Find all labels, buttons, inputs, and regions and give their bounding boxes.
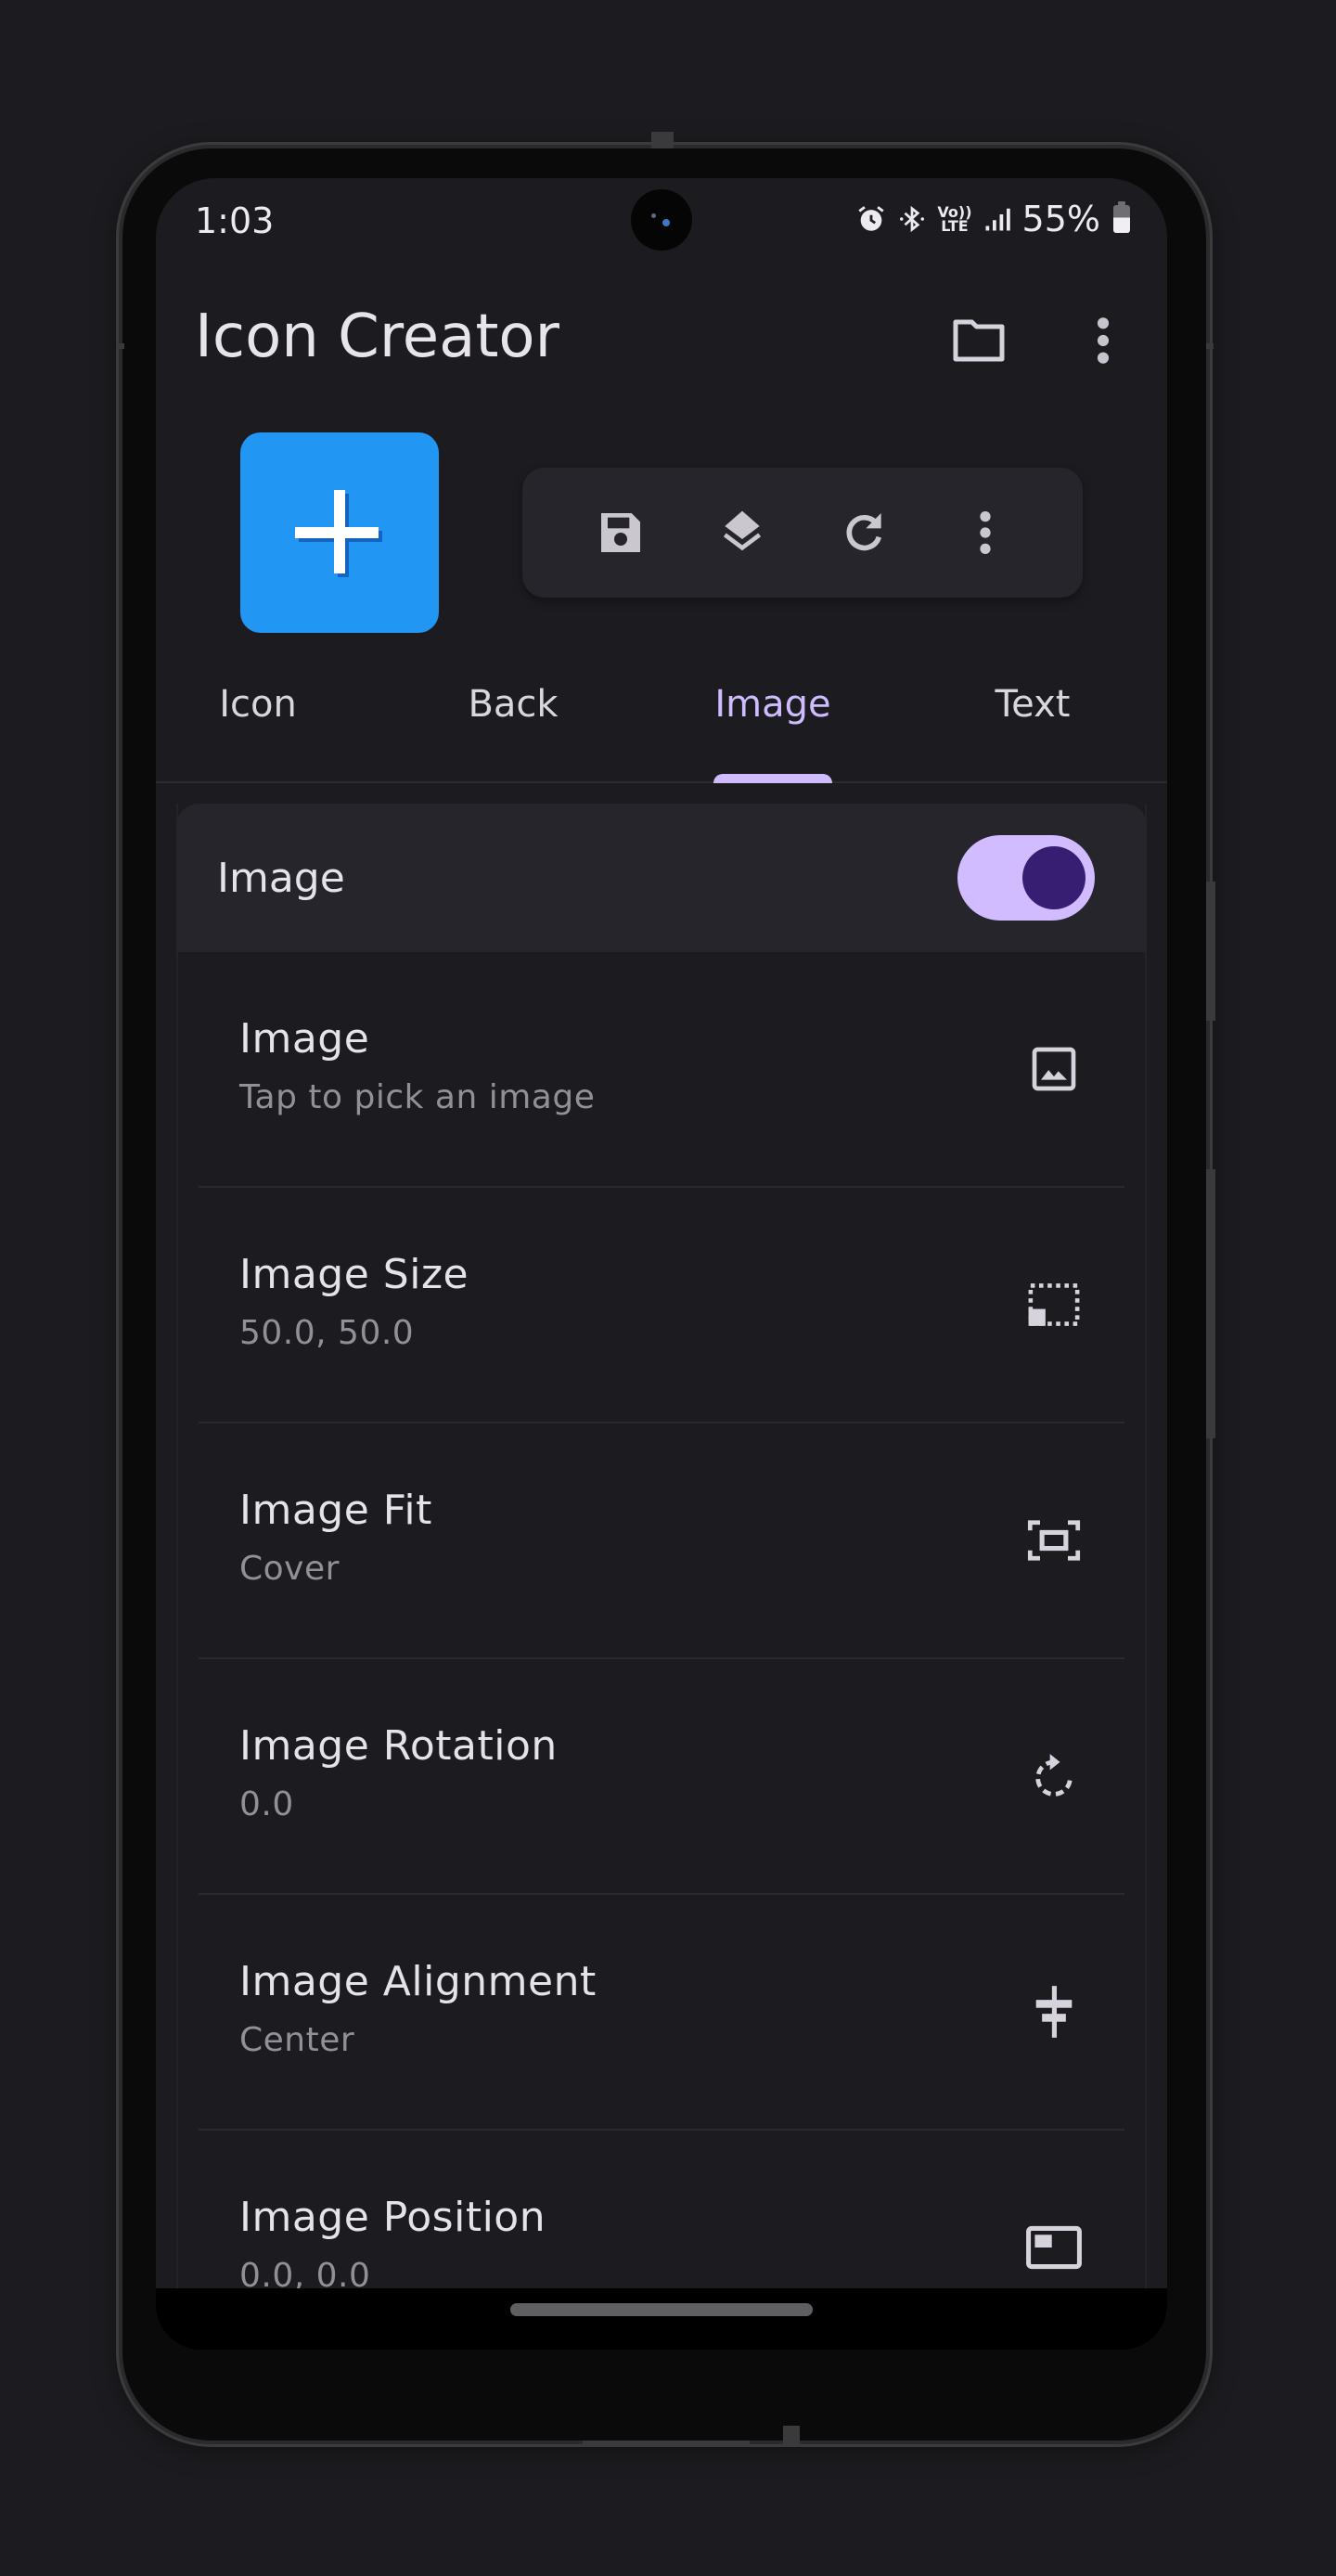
- item-title: Image Fit: [239, 1487, 432, 1534]
- phone-left-button: [117, 343, 124, 349]
- folder-icon: [951, 316, 1007, 365]
- image-section: Image Image Tap to pick an image Image S…: [176, 804, 1147, 2350]
- item-title: Image Alignment: [239, 1958, 597, 2005]
- bluetooth-icon: [898, 202, 926, 236]
- save-button[interactable]: [584, 496, 658, 570]
- image-settings-list: Image Tap to pick an image Image Size 50…: [178, 952, 1145, 2350]
- item-title: Image Position: [239, 2194, 546, 2241]
- refresh-icon: [838, 507, 890, 559]
- image-enabled-switch[interactable]: [957, 835, 1095, 921]
- tab-label: Back: [468, 683, 559, 726]
- tab-text[interactable]: Text: [963, 661, 1102, 781]
- rotate-icon: [1021, 1743, 1087, 1810]
- layers-button[interactable]: [705, 496, 779, 570]
- system-nav-bar: [156, 2288, 1167, 2350]
- item-title: Image Rotation: [239, 1722, 558, 1770]
- phone-right-button-2: [1206, 882, 1215, 1021]
- more-vert-icon: [977, 509, 994, 557]
- tab-icon[interactable]: Icon: [195, 661, 321, 781]
- front-camera: [631, 189, 692, 251]
- status-bar: 1:03 Vo)) LTE 55%: [156, 178, 1167, 267]
- fit-screen-icon: [1021, 1507, 1087, 1574]
- position-icon: [1021, 2214, 1087, 2281]
- tab-label: Text: [995, 683, 1071, 726]
- layers-icon: [716, 507, 768, 559]
- item-title: Image Size: [239, 1251, 469, 1298]
- section-title: Image: [217, 854, 345, 902]
- item-subtitle: Cover: [239, 1550, 340, 1588]
- screen: 1:03 Vo)) LTE 55% Icon Creator Icon Back…: [156, 178, 1167, 2350]
- battery-percent: 55%: [1021, 199, 1100, 239]
- switch-thumb: [1022, 846, 1086, 909]
- status-icons: Vo)) LTE 55%: [855, 199, 1130, 239]
- phone-bottom-button: [783, 2426, 800, 2444]
- phone-right-button: [1206, 343, 1214, 349]
- tab-back[interactable]: Back: [443, 661, 583, 781]
- volte-label-bottom: LTE: [941, 217, 969, 235]
- phone-top-button: [651, 132, 674, 148]
- battery-icon: [1113, 201, 1130, 233]
- reset-button[interactable]: [827, 496, 901, 570]
- alarm-icon: [855, 203, 887, 235]
- signal-icon: [983, 205, 1011, 233]
- status-time: 1:03: [195, 200, 275, 241]
- app-title: Icon Creator: [195, 303, 559, 371]
- icon-preview[interactable]: [240, 432, 439, 633]
- item-subtitle: 50.0, 50.0: [239, 1314, 415, 1352]
- phone-bottom-port: [583, 2441, 750, 2444]
- align-center-icon: [1021, 1978, 1087, 2045]
- add-icon: [293, 486, 386, 579]
- editor-toolbar: [522, 468, 1083, 598]
- list-item-image-size[interactable]: Image Size 50.0, 50.0: [199, 1188, 1124, 1423]
- item-subtitle: 0.0: [239, 1785, 294, 1823]
- section-header: Image: [176, 804, 1147, 952]
- toolbar-more-button[interactable]: [948, 496, 1022, 570]
- list-item-image-alignment[interactable]: Image Alignment Center: [199, 1895, 1124, 2131]
- list-item-image[interactable]: Image Tap to pick an image: [199, 952, 1124, 1188]
- tab-bar: Icon Back Image Text: [156, 661, 1167, 783]
- phone-right-button-3: [1206, 1169, 1215, 1438]
- home-gesture-handle[interactable]: [510, 2303, 813, 2316]
- tab-image[interactable]: Image: [694, 661, 852, 783]
- list-item-image-fit[interactable]: Image Fit Cover: [199, 1423, 1124, 1659]
- tab-label: Image: [714, 683, 831, 726]
- app-bar: Icon Creator: [156, 280, 1167, 392]
- list-item-image-rotation[interactable]: Image Rotation 0.0: [199, 1659, 1124, 1895]
- resize-icon: [1021, 1271, 1087, 1338]
- item-subtitle: Tap to pick an image: [239, 1078, 596, 1116]
- volte-icon: Vo)) LTE: [937, 205, 971, 235]
- overflow-menu-button[interactable]: [1071, 308, 1136, 373]
- more-vert-icon: [1094, 315, 1112, 367]
- open-folder-button[interactable]: [946, 308, 1011, 373]
- tab-indicator: [713, 774, 832, 783]
- save-icon: [595, 507, 647, 559]
- item-subtitle: Center: [239, 2021, 355, 2059]
- item-title: Image: [239, 1015, 370, 1063]
- preview-row: [156, 431, 1167, 635]
- image-icon: [1021, 1036, 1087, 1102]
- tab-label: Icon: [219, 683, 297, 726]
